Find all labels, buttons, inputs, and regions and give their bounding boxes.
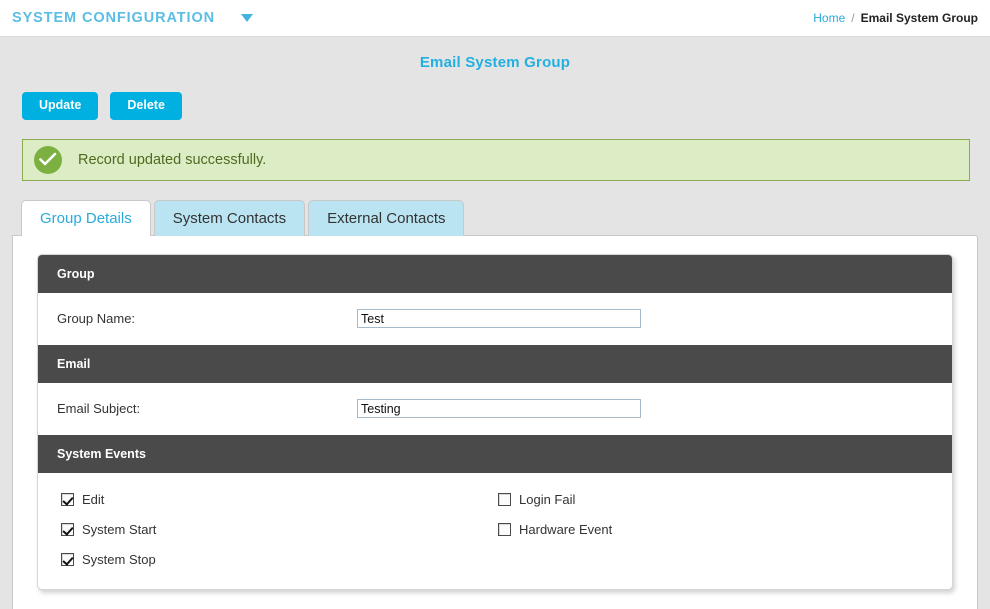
email-subject-label: Email Subject: <box>57 401 141 416</box>
section-header-group: Group <box>38 254 952 293</box>
section-body-email: Email Subject: <box>38 382 952 435</box>
checkbox-row-system-stop[interactable]: System Stop <box>61 545 475 575</box>
delete-button[interactable]: Delete <box>110 92 182 120</box>
system-events-right-column: Login Fail Hardware Event <box>475 485 912 575</box>
group-name-label: Group Name: <box>57 311 136 326</box>
success-alert-message: Record updated successfully. <box>78 151 267 168</box>
checkbox-row-hardware-event[interactable]: Hardware Event <box>498 515 912 545</box>
tab-bar: Group Details System Contacts External C… <box>12 198 978 237</box>
checkbox-label-hardware-event: Hardware Event <box>519 522 613 537</box>
section-body-group: Group Name: <box>38 292 952 345</box>
breadcrumb-home-link[interactable]: Home <box>813 11 845 25</box>
group-name-input[interactable] <box>357 309 641 328</box>
field-row-email-subject: Email Subject: <box>57 395 952 423</box>
content-panel-wrapper: Group Details System Contacts External C… <box>12 198 978 609</box>
tab-system-contacts[interactable]: System Contacts <box>153 200 306 236</box>
chevron-down-icon <box>241 14 254 22</box>
checkbox-row-edit[interactable]: Edit <box>61 485 475 515</box>
app-title: SYSTEM CONFIGURATION <box>12 10 216 26</box>
checkbox-label-system-stop: System Stop <box>82 552 156 567</box>
group-details-card: Group Group Name: Email Email Subject: S… <box>37 253 953 590</box>
top-bar: SYSTEM CONFIGURATION Home / Email System… <box>0 0 990 37</box>
tab-panel-group-details: Group Group Name: Email Email Subject: S… <box>12 234 978 609</box>
breadcrumb-current: Email System Group <box>860 11 978 25</box>
checkbox-hardware-event[interactable] <box>498 523 511 536</box>
main-menu-button[interactable] <box>241 14 254 22</box>
page-title: Email System Group <box>419 54 571 71</box>
system-events-checkbox-grid: Edit System Start System Stop Login Fail <box>38 473 952 589</box>
system-events-left-column: Edit System Start System Stop <box>38 485 475 575</box>
success-alert: Record updated successfully. <box>22 138 970 181</box>
checkbox-login-fail[interactable] <box>498 493 511 506</box>
section-header-system-events: System Events <box>38 434 952 473</box>
section-header-email: Email <box>38 344 952 383</box>
tab-group-details[interactable]: Group Details <box>21 200 151 237</box>
update-button[interactable]: Update <box>22 92 99 120</box>
check-circle-icon <box>34 145 62 174</box>
checkbox-edit[interactable] <box>61 493 74 506</box>
email-subject-input[interactable] <box>357 399 641 418</box>
checkbox-system-stop[interactable] <box>61 553 74 566</box>
action-toolbar: Update Delete <box>0 71 990 120</box>
checkbox-system-start[interactable] <box>61 523 74 536</box>
checkbox-row-login-fail[interactable]: Login Fail <box>498 485 912 515</box>
breadcrumb-separator: / <box>851 11 855 25</box>
breadcrumb: Home / Email System Group <box>813 11 978 25</box>
checkbox-label-system-start: System Start <box>82 522 157 537</box>
field-row-group-name: Group Name: <box>57 305 952 333</box>
tab-external-contacts[interactable]: External Contacts <box>308 200 465 236</box>
checkbox-label-edit: Edit <box>82 492 105 507</box>
checkbox-label-login-fail: Login Fail <box>519 492 576 507</box>
checkbox-row-system-start[interactable]: System Start <box>61 515 475 545</box>
